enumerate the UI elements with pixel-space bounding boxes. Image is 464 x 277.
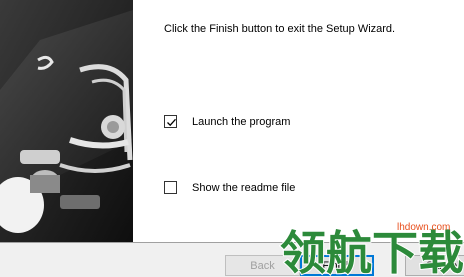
cancel-button[interactable]: Cancel xyxy=(405,255,464,276)
wizard-content-panel: Click the Finish button to exit the Setu… xyxy=(133,0,464,242)
finish-instruction-text: Click the Finish button to exit the Setu… xyxy=(164,23,396,35)
show-readme-option[interactable]: Show the readme file xyxy=(164,181,295,194)
back-button[interactable]: Back xyxy=(225,255,300,276)
launch-program-checkbox[interactable] xyxy=(164,115,177,128)
vr-headset-illustration xyxy=(0,0,133,242)
finish-button[interactable]: Finish xyxy=(300,255,374,276)
show-readme-checkbox[interactable] xyxy=(164,181,177,194)
wizard-side-image xyxy=(0,0,133,242)
watermark-url: lhdown.com xyxy=(397,222,451,233)
checkmark-icon xyxy=(167,118,176,127)
show-readme-label: Show the readme file xyxy=(192,181,296,194)
setup-wizard-window: Click the Finish button to exit the Setu… xyxy=(0,0,464,277)
launch-program-option[interactable]: Launch the program xyxy=(164,115,290,128)
launch-program-label: Launch the program xyxy=(192,115,291,128)
